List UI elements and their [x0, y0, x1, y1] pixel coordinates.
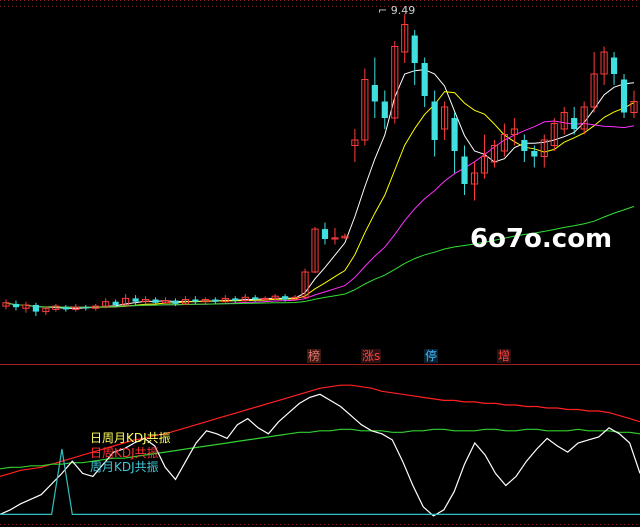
candle-body: [82, 307, 89, 309]
candle-body: [172, 300, 179, 304]
ma5-line: [5, 69, 635, 310]
candle-body: [282, 296, 289, 300]
badge-zeng: 增: [497, 349, 512, 363]
candle-body: [321, 229, 329, 239]
badge-bang: 榜: [307, 349, 322, 363]
candle-body: [371, 85, 378, 102]
signal-day-week-month: 日周月KDJ共振: [90, 431, 171, 445]
candle-body: [461, 156, 468, 184]
candle-body: [252, 297, 259, 300]
candle-body: [232, 298, 239, 301]
candle-body: [531, 151, 538, 157]
candle-body: [132, 298, 139, 302]
candle-body: [112, 301, 119, 305]
peak-price-label: ⌐ 9.49: [378, 4, 416, 17]
candle-body: [411, 35, 418, 63]
watermark: 6o7o.com: [470, 224, 613, 254]
candle-body: [571, 118, 578, 129]
signal-week-month: 周月KDJ共振: [90, 460, 159, 474]
candle-body: [610, 57, 618, 74]
candle-body: [62, 307, 69, 310]
ma60-line: [5, 205, 635, 308]
badge-zhang: 涨s: [361, 349, 382, 363]
badge-ting: 停: [424, 349, 439, 363]
candle-body: [152, 299, 159, 303]
signal-day-week: 日周KDJ共振: [90, 446, 159, 460]
candle-body: [192, 299, 199, 302]
candle-body: [421, 63, 428, 96]
candle-body: [431, 101, 438, 140]
candle-body: [451, 118, 458, 151]
ma20-line: [5, 120, 635, 308]
candle-body: [381, 101, 388, 118]
candle-body: [12, 303, 20, 308]
candle-body: [521, 140, 528, 151]
candle-body: [620, 79, 628, 113]
candle-body: [212, 299, 219, 302]
candle-body: [32, 305, 39, 312]
